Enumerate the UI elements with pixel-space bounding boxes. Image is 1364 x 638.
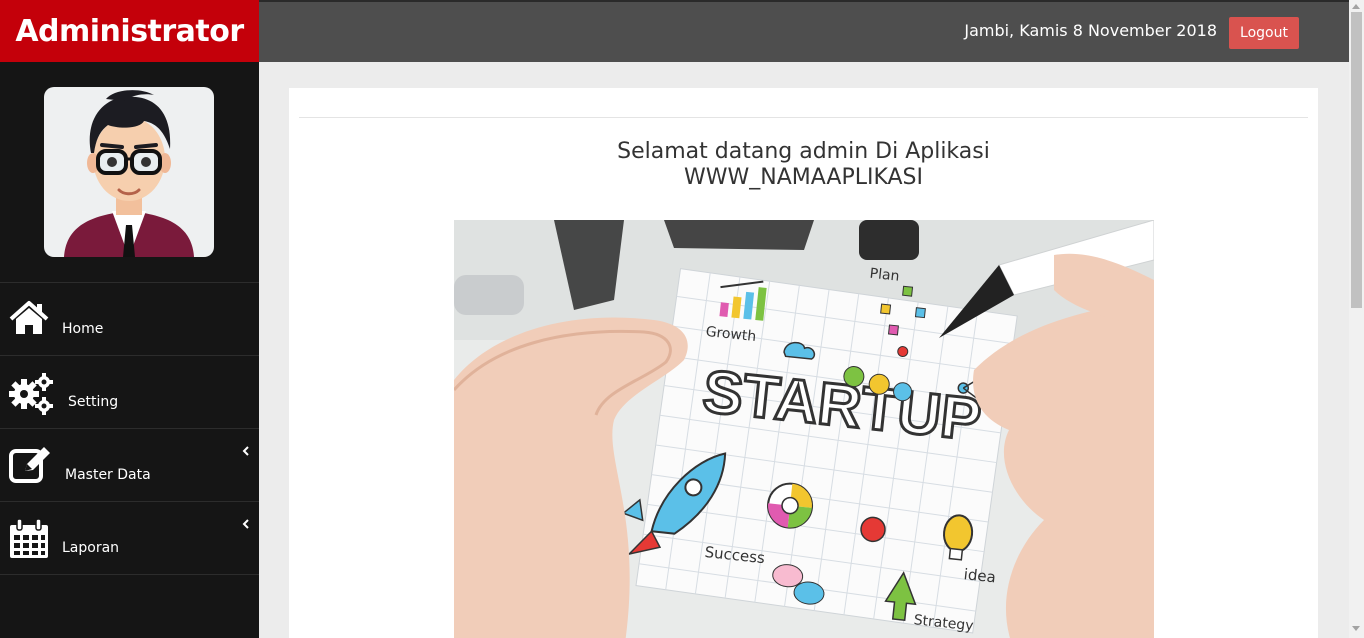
sidebar-item-laporan[interactable]: Laporan: [0, 502, 259, 575]
edit-icon: [8, 443, 54, 489]
content-card: Selamat datang admin Di Aplikasi WWW_NAM…: [289, 88, 1318, 638]
sidebar-item-label: Master Data: [65, 467, 151, 483]
sidebar-item-home[interactable]: Home: [0, 283, 259, 356]
sidebar-item-label: Laporan: [62, 540, 120, 556]
hero-idea-label: idea: [963, 565, 997, 586]
card-divider: [299, 117, 1308, 118]
sidebar-menu: Home Setting Master Data Laporan: [0, 282, 259, 575]
sidebar-item-label: Setting: [68, 394, 119, 410]
app-name-heading: WWW_NAMAAPLIKASI: [683, 165, 923, 190]
gears-icon: [8, 370, 54, 416]
sidebar-item-label: Home: [62, 321, 104, 337]
avatar: [44, 87, 214, 257]
home-icon: [8, 297, 54, 343]
page-scrollbar[interactable]: [1349, 0, 1364, 638]
sidebar-item-setting[interactable]: Setting: [0, 356, 259, 429]
chevron-left-icon: [241, 443, 251, 457]
chevron-left-icon: [241, 516, 251, 530]
welcome-heading: Selamat datang admin Di Aplikasi: [617, 139, 990, 164]
scroll-up-arrow-icon[interactable]: [1352, 4, 1360, 9]
date-display: Jambi, Kamis 8 November 2018: [964, 21, 1217, 40]
brand-title: Administrator: [0, 0, 259, 62]
top-navbar: Jambi, Kamis 8 November 2018 Logout: [259, 2, 1349, 62]
sidebar-item-master-data[interactable]: Master Data: [0, 429, 259, 502]
scroll-down-arrow-icon[interactable]: [1352, 626, 1360, 631]
hero-plan-label: Plan: [869, 266, 900, 285]
startup-hero-image: STARTUP Growth Plan idea Success Strateg…: [454, 220, 1154, 638]
calendar-icon: [8, 516, 54, 562]
sidebar: Home Setting Master Data Laporan: [0, 62, 259, 638]
scroll-thumb[interactable]: [1351, 12, 1362, 308]
logout-button[interactable]: Logout: [1229, 17, 1299, 49]
